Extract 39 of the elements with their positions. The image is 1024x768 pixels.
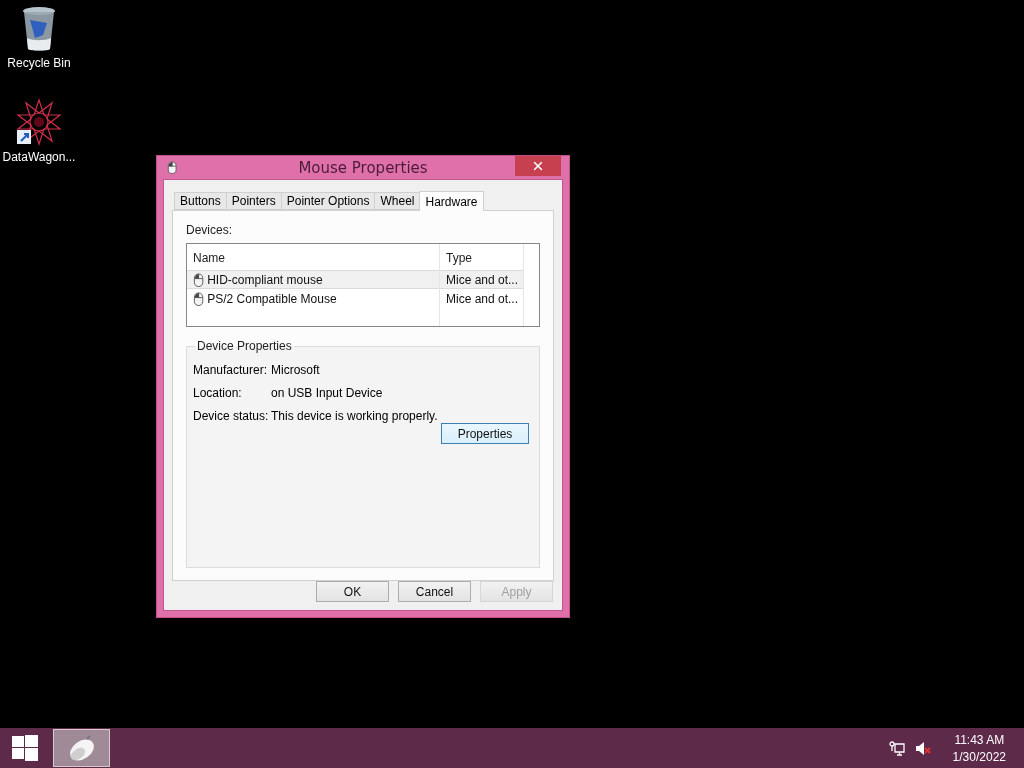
close-button[interactable] — [515, 156, 561, 176]
mouse-icon — [167, 161, 178, 174]
window-title: Mouse Properties — [298, 158, 429, 177]
network-icon[interactable] — [888, 740, 905, 756]
mouse-icon — [193, 291, 205, 306]
dialog-button[interactable]: Cancel — [398, 581, 471, 602]
desktop-icon-label: Recycle Bin — [7, 56, 71, 70]
device-name: HID-compliant mouse — [207, 272, 323, 287]
tab[interactable]: Buttons — [174, 192, 227, 210]
group-title: Device Properties — [196, 339, 293, 353]
tab[interactable]: Pointer Options — [280, 192, 376, 210]
speaker-muted-icon[interactable] — [914, 740, 931, 756]
dialog-button[interactable]: OK — [316, 581, 389, 602]
device-row[interactable]: HID-compliant mouse — [187, 270, 440, 289]
clock-date: 1/30/2022 — [952, 749, 1006, 764]
property-value: on USB Input Device — [271, 386, 384, 400]
property-value: Microsoft — [271, 363, 321, 377]
property-label: Location: — [193, 386, 243, 400]
device-name: PS/2 Compatible Mouse — [207, 291, 337, 306]
property-label: Manufacturer: — [193, 363, 269, 377]
mouse-icon — [193, 272, 205, 287]
tab[interactable]: Pointers — [225, 192, 282, 210]
star-shortcut-icon[interactable] — [15, 98, 63, 146]
windows-logo-icon — [12, 735, 38, 761]
device-row[interactable]: PS/2 Compatible Mouse — [187, 289, 440, 308]
device-type: Mice and ot... — [440, 270, 523, 289]
property-label: Device status: — [193, 409, 270, 423]
column-header[interactable]: Type — [440, 247, 523, 270]
device-type: Mice and ot... — [445, 290, 520, 308]
properties-button[interactable]: Properties — [441, 423, 529, 444]
desktop-icon-label: DataWagon... — [2, 150, 76, 164]
column-header[interactable]: Name — [187, 247, 440, 270]
property-value: This device is working properly. — [271, 409, 439, 423]
recycle-bin-icon[interactable] — [22, 6, 56, 52]
tab[interactable]: Hardware — [419, 191, 484, 211]
devices-label: Devices: — [186, 223, 233, 237]
clock-time: 11:43 AM — [954, 732, 1005, 747]
tab[interactable]: Wheel — [374, 192, 421, 210]
close-icon — [531, 159, 545, 173]
